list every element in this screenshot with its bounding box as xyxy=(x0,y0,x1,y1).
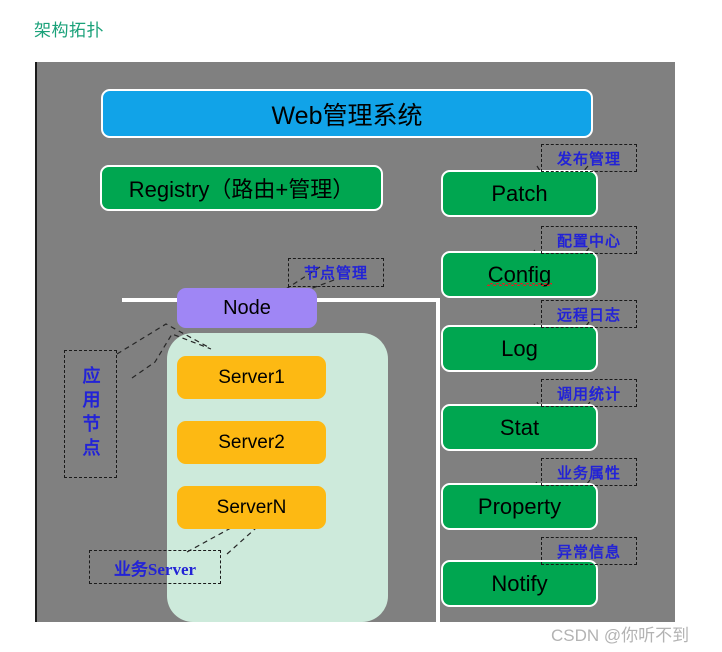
patch-box[interactable]: Patch xyxy=(441,170,598,217)
config-box[interactable]: Config xyxy=(441,251,598,298)
property-box[interactable]: Property xyxy=(441,483,598,530)
notify-box[interactable]: Notify xyxy=(441,560,598,607)
server1-label: Server1 xyxy=(218,366,285,388)
callout-business-property: 业务属性 xyxy=(541,458,637,486)
web-management-system-label: Web管理系统 xyxy=(271,101,423,130)
callout-remote-log-label: 远程日志 xyxy=(556,307,621,324)
node-label: Node xyxy=(223,296,271,319)
server2-label: Server2 xyxy=(218,431,285,453)
registry-label: Registry（路由+管理） xyxy=(128,177,355,202)
page-title: 架构拓扑 xyxy=(34,21,104,40)
callout-release-management-label: 发布管理 xyxy=(556,151,621,168)
callout-business-server-label: 业务Server xyxy=(113,559,197,579)
callout-node-management: 节点管理 xyxy=(288,258,384,287)
callout-node-management-label: 节点管理 xyxy=(303,266,368,282)
callout-call-statistics: 调用统计 xyxy=(541,379,637,407)
stat-label: Stat xyxy=(499,414,540,440)
log-box[interactable]: Log xyxy=(441,325,598,372)
callout-call-statistics-label: 调用统计 xyxy=(556,386,621,403)
server1-box[interactable]: Server1 xyxy=(177,356,326,399)
property-label: Property xyxy=(477,493,562,519)
web-management-system-box[interactable]: Web管理系统 xyxy=(101,89,593,138)
log-label: Log xyxy=(501,335,538,361)
notify-label: Notify xyxy=(491,570,548,596)
callout-release-management: 发布管理 xyxy=(541,144,637,172)
patch-label: Patch xyxy=(491,180,548,206)
server2-box[interactable]: Server2 xyxy=(177,421,326,464)
callout-application-node: 应用节点 xyxy=(64,350,117,478)
node-box[interactable]: Node xyxy=(177,288,317,328)
callout-config-center: 配置中心 xyxy=(541,226,637,254)
servern-box[interactable]: ServerN xyxy=(177,486,326,529)
callout-exception-info-label: 异常信息 xyxy=(556,544,621,561)
stat-box[interactable]: Stat xyxy=(441,404,598,451)
callout-application-node-label: 应用节点 xyxy=(80,366,101,462)
callout-remote-log: 远程日志 xyxy=(541,300,637,328)
diagram-canvas: Web管理系统 Registry（路由+管理） Node Server1 Ser… xyxy=(35,62,675,645)
servern-label: ServerN xyxy=(216,496,287,518)
callout-exception-info: 异常信息 xyxy=(541,537,637,565)
callout-config-center-label: 配置中心 xyxy=(556,233,621,250)
registry-box[interactable]: Registry（路由+管理） xyxy=(100,165,383,211)
callout-business-property-label: 业务属性 xyxy=(556,465,621,482)
callout-business-server: 业务Server xyxy=(89,550,221,584)
config-label: Config xyxy=(486,261,552,287)
architecture-topology-page: 架构拓扑 Web管理系统 Registry（路由+管理） Node Server… xyxy=(0,0,722,652)
group-bracket-vertical-line xyxy=(436,298,440,645)
watermark: CSDN @你听不到 xyxy=(551,626,690,645)
